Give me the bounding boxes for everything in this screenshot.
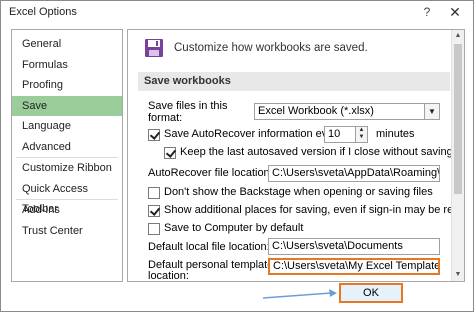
autorecover-location-label: AutoRecover file location:	[148, 167, 273, 179]
excel-options-dialog: Excel Options ? ✕ General Formulas Proof…	[0, 0, 474, 312]
vertical-scrollbar[interactable]: ▲ ▼	[451, 30, 464, 281]
backstage-label: Don't show the Backstage when opening or…	[164, 186, 433, 198]
autorecover-minutes-input[interactable]: 10 ▲ ▼	[324, 126, 368, 143]
sidebar-item-advanced[interactable]: Advanced	[12, 137, 122, 158]
save-to-computer-checkbox[interactable]	[148, 223, 160, 235]
additional-places-label: Show additional places for saving, even …	[164, 204, 465, 216]
save-options-panel: Customize how workbooks are saved. Save …	[127, 29, 465, 282]
sidebar-item-formulas[interactable]: Formulas	[12, 55, 122, 76]
sidebar-item-proofing[interactable]: Proofing	[12, 75, 122, 96]
templates-location-input[interactable]: C:\Users\sveta\My Excel Templates\	[268, 258, 440, 275]
default-local-location-value: C:\Users\sveta\Documents	[272, 240, 403, 252]
sidebar-item-add-ins[interactable]: Add-Ins	[12, 200, 122, 221]
sidebar-item-customize-ribbon[interactable]: Customize Ribbon	[12, 158, 122, 179]
default-local-location-input[interactable]: C:\Users\sveta\Documents	[268, 238, 440, 255]
chevron-down-icon[interactable]: ▼	[424, 104, 439, 119]
ok-button[interactable]: OK	[339, 283, 403, 303]
templates-location-value: C:\Users\sveta\My Excel Templates\	[273, 260, 440, 272]
minutes-label: minutes	[376, 128, 415, 140]
keep-last-version-label: Keep the last autosaved version if I clo…	[180, 146, 453, 158]
scroll-up-icon[interactable]: ▲	[452, 30, 464, 42]
templates-location-label-line2: location:	[148, 270, 189, 282]
sidebar-item-save[interactable]: Save	[12, 95, 122, 116]
section-heading-save-workbooks: Save workbooks	[138, 72, 450, 91]
spinner-arrows-icon[interactable]: ▲ ▼	[355, 127, 367, 142]
autorecover-location-value: C:\Users\sveta\AppData\Roaming\Micro	[272, 167, 440, 179]
panel-header-text: Customize how workbooks are saved.	[174, 42, 368, 54]
default-local-location-label: Default local file location:	[148, 241, 270, 253]
floppy-disk-icon	[145, 39, 163, 57]
autorecover-label: Save AutoRecover information every	[164, 128, 343, 140]
scrollbar-thumb[interactable]	[454, 44, 462, 194]
autorecover-minutes-value: 10	[328, 128, 341, 140]
window-title: Excel Options	[9, 6, 77, 18]
save-to-computer-label: Save to Computer by default	[164, 222, 304, 234]
save-format-label-line1: Save files in this	[148, 100, 228, 112]
keep-last-version-checkbox[interactable]	[164, 147, 176, 159]
help-button[interactable]: ?	[419, 4, 435, 20]
sidebar-item-trust-center[interactable]: Trust Center	[12, 221, 122, 242]
autorecover-checkbox[interactable]	[148, 129, 160, 141]
options-sidebar: General Formulas Proofing Save Language …	[11, 29, 123, 282]
sidebar-item-language[interactable]: Language	[12, 116, 122, 137]
save-format-value: Excel Workbook (*.xlsx)	[258, 105, 374, 117]
title-bar: Excel Options ? ✕	[1, 1, 473, 25]
backstage-checkbox[interactable]	[148, 187, 160, 199]
sidebar-item-quick-access-toolbar[interactable]: Quick Access Toolbar	[12, 179, 122, 215]
save-format-label-line2: format:	[148, 112, 183, 124]
scroll-down-icon[interactable]: ▼	[452, 269, 464, 281]
autorecover-location-input[interactable]: C:\Users\sveta\AppData\Roaming\Micro	[268, 165, 440, 182]
save-format-select[interactable]: Excel Workbook (*.xlsx) ▼	[254, 103, 440, 120]
sidebar-item-general[interactable]: General	[12, 34, 122, 55]
close-button[interactable]: ✕	[441, 3, 469, 21]
additional-places-checkbox[interactable]	[148, 205, 160, 217]
